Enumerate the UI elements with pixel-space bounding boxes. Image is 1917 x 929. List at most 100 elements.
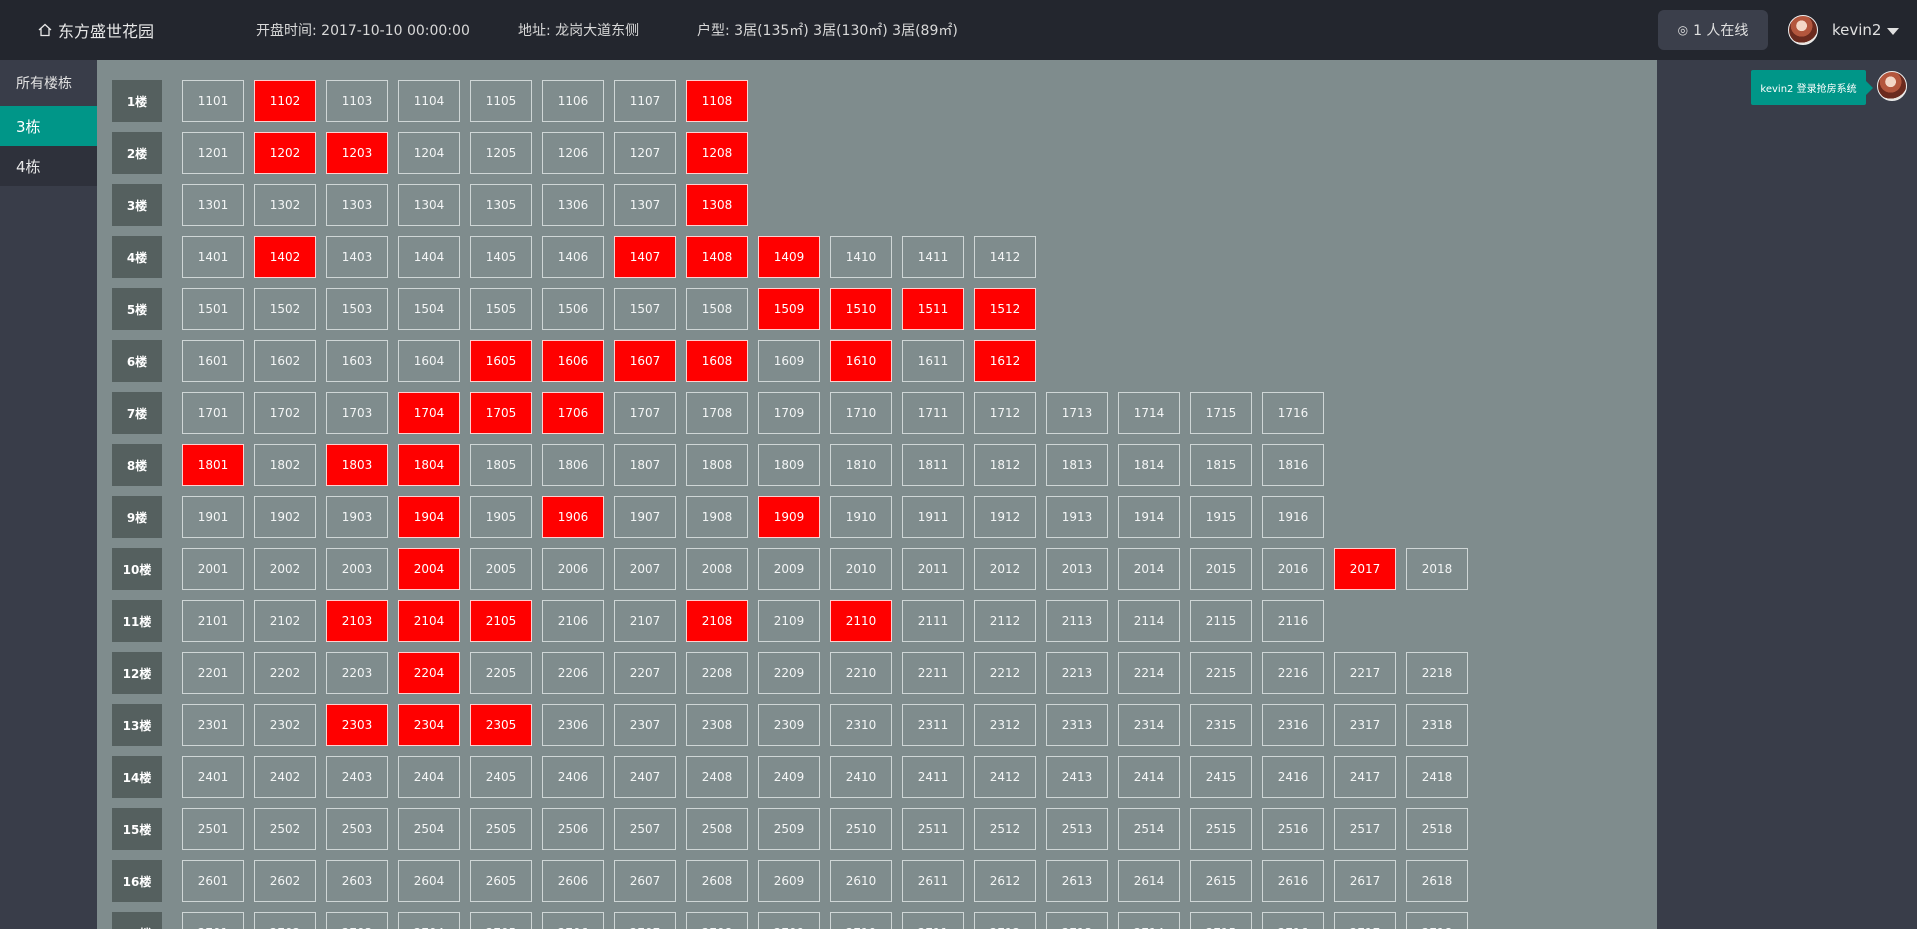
unit-cell[interactable]: 1810: [830, 444, 892, 486]
unit-cell[interactable]: 2201: [182, 652, 244, 694]
unit-cell[interactable]: 2516: [1262, 808, 1324, 850]
unit-cell[interactable]: 2415: [1190, 756, 1252, 798]
unit-cell[interactable]: 2006: [542, 548, 604, 590]
unit-cell[interactable]: 2316: [1262, 704, 1324, 746]
sidebar-item-building-3[interactable]: 3栋: [0, 106, 97, 146]
unit-cell[interactable]: 2705: [470, 912, 532, 929]
unit-cell[interactable]: 2212: [974, 652, 1036, 694]
unit-cell[interactable]: 2214: [1118, 652, 1180, 694]
unit-cell[interactable]: 2603: [326, 860, 388, 902]
unit-cell[interactable]: 1707: [614, 392, 676, 434]
unit-cell[interactable]: 1307: [614, 184, 676, 226]
unit-cell[interactable]: 1303: [326, 184, 388, 226]
unit-cell-sold[interactable]: 1803: [326, 444, 388, 486]
unit-cell-sold[interactable]: 1402: [254, 236, 316, 278]
unit-cell[interactable]: 1404: [398, 236, 460, 278]
unit-cell[interactable]: 2514: [1118, 808, 1180, 850]
unit-cell-sold[interactable]: 1512: [974, 288, 1036, 330]
unit-cell-sold[interactable]: 2108: [686, 600, 748, 642]
unit-cell[interactable]: 1107: [614, 80, 676, 122]
unit-cell-sold[interactable]: 1612: [974, 340, 1036, 382]
unit-cell[interactable]: 2710: [830, 912, 892, 929]
unit-cell[interactable]: 1816: [1262, 444, 1324, 486]
unit-cell-sold[interactable]: 1605: [470, 340, 532, 382]
unit-cell[interactable]: 2706: [542, 912, 604, 929]
unit-cell-sold[interactable]: 1704: [398, 392, 460, 434]
unit-cell[interactable]: 1813: [1046, 444, 1108, 486]
unit-cell-sold[interactable]: 1308: [686, 184, 748, 226]
unit-cell-sold[interactable]: 1408: [686, 236, 748, 278]
unit-cell[interactable]: 2009: [758, 548, 820, 590]
unit-cell[interactable]: 2611: [902, 860, 964, 902]
unit-cell[interactable]: 2604: [398, 860, 460, 902]
unit-cell[interactable]: 1915: [1190, 496, 1252, 538]
unit-cell[interactable]: 1505: [470, 288, 532, 330]
unit-cell-sold[interactable]: 1904: [398, 496, 460, 538]
unit-cell[interactable]: 2113: [1046, 600, 1108, 642]
unit-cell[interactable]: 2602: [254, 860, 316, 902]
unit-cell[interactable]: 1502: [254, 288, 316, 330]
unit-cell-sold[interactable]: 1608: [686, 340, 748, 382]
unit-cell[interactable]: 1507: [614, 288, 676, 330]
unit-cell[interactable]: 2518: [1406, 808, 1468, 850]
unit-cell[interactable]: 1302: [254, 184, 316, 226]
unit-cell[interactable]: 2012: [974, 548, 1036, 590]
unit-cell[interactable]: 1916: [1262, 496, 1324, 538]
unit-cell[interactable]: 2211: [902, 652, 964, 694]
unit-cell[interactable]: 1611: [902, 340, 964, 382]
unit-cell-sold[interactable]: 1407: [614, 236, 676, 278]
unit-cell[interactable]: 1805: [470, 444, 532, 486]
unit-cell[interactable]: 1205: [470, 132, 532, 174]
unit-cell-sold[interactable]: 1705: [470, 392, 532, 434]
unit-cell[interactable]: 2306: [542, 704, 604, 746]
unit-cell[interactable]: 1106: [542, 80, 604, 122]
unit-cell[interactable]: 2315: [1190, 704, 1252, 746]
unit-cell[interactable]: 2002: [254, 548, 316, 590]
unit-cell[interactable]: 1811: [902, 444, 964, 486]
unit-cell-sold[interactable]: 1202: [254, 132, 316, 174]
unit-cell[interactable]: 2708: [686, 912, 748, 929]
unit-cell[interactable]: 2614: [1118, 860, 1180, 902]
unit-cell[interactable]: 2617: [1334, 860, 1396, 902]
unit-cell[interactable]: 1204: [398, 132, 460, 174]
unit-cell[interactable]: 2718: [1406, 912, 1468, 929]
unit-cell[interactable]: 2713: [1046, 912, 1108, 929]
unit-cell-sold[interactable]: 1607: [614, 340, 676, 382]
unit-cell[interactable]: 2107: [614, 600, 676, 642]
unit-cell[interactable]: 1715: [1190, 392, 1252, 434]
unit-cell[interactable]: 2418: [1406, 756, 1468, 798]
unit-cell[interactable]: 1103: [326, 80, 388, 122]
unit-cell-sold[interactable]: 1102: [254, 80, 316, 122]
unit-cell[interactable]: 2615: [1190, 860, 1252, 902]
unit-cell[interactable]: 2106: [542, 600, 604, 642]
unit-cell[interactable]: 2715: [1190, 912, 1252, 929]
unit-cell[interactable]: 1808: [686, 444, 748, 486]
unit-cell[interactable]: 2501: [182, 808, 244, 850]
unit-cell[interactable]: 1711: [902, 392, 964, 434]
unit-cell-sold[interactable]: 1511: [902, 288, 964, 330]
unit-cell-sold[interactable]: 2017: [1334, 548, 1396, 590]
unit-cell[interactable]: 1504: [398, 288, 460, 330]
unit-cell[interactable]: 2601: [182, 860, 244, 902]
unit-cell[interactable]: 1105: [470, 80, 532, 122]
unit-cell[interactable]: 2013: [1046, 548, 1108, 590]
unit-cell[interactable]: 1812: [974, 444, 1036, 486]
brand[interactable]: 东方盛世花园: [38, 0, 154, 60]
unit-cell[interactable]: 2111: [902, 600, 964, 642]
unit-cell[interactable]: 2116: [1262, 600, 1324, 642]
unit-cell[interactable]: 2101: [182, 600, 244, 642]
unit-cell[interactable]: 1403: [326, 236, 388, 278]
unit-cell[interactable]: 2704: [398, 912, 460, 929]
unit-cell[interactable]: 2612: [974, 860, 1036, 902]
unit-cell[interactable]: 2506: [542, 808, 604, 850]
unit-cell-sold[interactable]: 1909: [758, 496, 820, 538]
unit-cell[interactable]: 1905: [470, 496, 532, 538]
unit-cell[interactable]: 2408: [686, 756, 748, 798]
unit-cell[interactable]: 2308: [686, 704, 748, 746]
unit-cell[interactable]: 1101: [182, 80, 244, 122]
unit-cell[interactable]: 2409: [758, 756, 820, 798]
unit-cell[interactable]: 2208: [686, 652, 748, 694]
unit-cell-sold[interactable]: 2304: [398, 704, 460, 746]
unit-cell[interactable]: 2414: [1118, 756, 1180, 798]
unit-cell[interactable]: 2412: [974, 756, 1036, 798]
